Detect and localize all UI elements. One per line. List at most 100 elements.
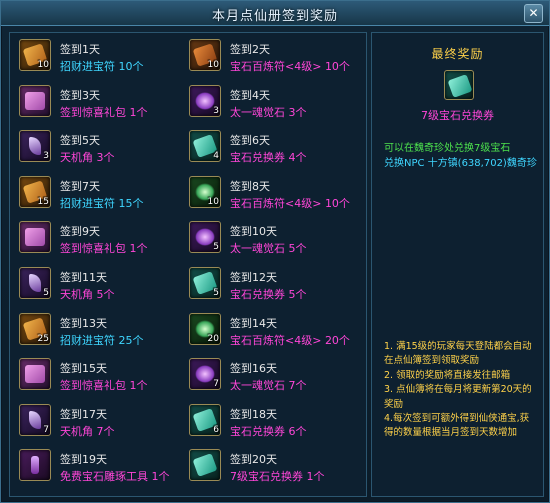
day-label: 签到20天: [230, 453, 277, 467]
day-label: 签到4天: [230, 88, 270, 102]
reward-item-name: 签到惊喜礼包: [60, 105, 126, 119]
item-count: 7: [213, 379, 219, 390]
title-bar[interactable]: 本月点仙册签到奖励 ✕: [1, 1, 549, 26]
day-label: 签到11天: [60, 271, 107, 284]
horn-icon[interactable]: 5: [19, 267, 51, 299]
gem-voucher-icon[interactable]: [444, 70, 474, 100]
reward-item-name: 宝石兑换券: [230, 151, 285, 165]
horn-icon[interactable]: 7: [19, 403, 51, 436]
day-label: 签到17天: [60, 407, 107, 421]
green-talisman-icon[interactable]: 10: [189, 175, 221, 208]
reward-item-name: 太一魂觉石: [230, 105, 285, 119]
day-label: 签到19天: [60, 453, 107, 467]
day-label: 签到2天: [230, 43, 270, 56]
gift-bag-icon[interactable]: [19, 358, 51, 391]
gem-voucher-icon[interactable]: 4: [189, 130, 221, 163]
rule-line: 2. 领取的奖励将直接发往邮箱: [384, 369, 511, 381]
reward-item-name: 招财进宝符: [60, 196, 115, 210]
reward-item-qty: 10个: [118, 60, 144, 73]
item-count: 5: [213, 242, 219, 253]
reward-cell: 签到19天免费宝石雕琢工具 1个: [16, 445, 192, 489]
reward-item-qty: 5个: [96, 288, 115, 301]
item-count: 25: [37, 333, 49, 344]
reward-cell: 25 签到13天 招财进宝符 25个: [16, 309, 192, 353]
gift-bag-icon[interactable]: [19, 221, 51, 254]
reward-item-name: 招财进宝符: [60, 333, 115, 347]
close-button[interactable]: ✕: [524, 4, 543, 23]
reward-cell: 7 签到16天 太一魂觉石 7个: [186, 354, 362, 398]
reward-item-qty: 3个: [96, 151, 115, 165]
exchange-info-line1: 可以在魏奇珍处兑换7级宝石: [384, 143, 511, 154]
reward-item-name: 签到惊喜礼包: [60, 242, 126, 256]
reward-item: 招财进宝符 25个: [60, 332, 144, 348]
reward-item-qty: 6个: [288, 424, 307, 438]
reward-item: 天机角 7个: [60, 423, 115, 439]
gold-ticket-icon[interactable]: 10: [19, 39, 51, 71]
soul-stone-icon[interactable]: 7: [189, 358, 221, 391]
reward-window: 本月点仙册签到奖励 ✕ 10 签到1天招财进宝符 10个 10 签到2天宝石百炼符<4…: [0, 0, 550, 503]
reward-cell: 3 签到4天 太一魂觉石 3个: [186, 81, 362, 125]
reward-cell: 15 签到7天 招财进宝符 15个: [16, 172, 192, 216]
reward-item-name: 7级宝石兑换券: [230, 470, 303, 484]
reward-item-name: 宝石兑换券: [230, 288, 285, 301]
reward-item-qty: 10个: [324, 196, 350, 210]
reward-item-name: 宝石百炼符<4级>: [230, 333, 322, 347]
gem-voucher-icon[interactable]: 5: [189, 267, 221, 299]
item-count: 7: [43, 424, 49, 435]
final-reward-item: 7级宝石兑换券: [421, 109, 494, 122]
reward-item-name: 招财进宝符: [60, 60, 115, 73]
gold-ticket-icon[interactable]: 25: [19, 312, 51, 345]
reward-item: 签到惊喜礼包 1个: [60, 377, 148, 393]
reward-item-name: 签到惊喜礼包: [60, 379, 126, 393]
day-label: 签到6天: [230, 134, 270, 148]
day-label: 签到18天: [230, 407, 277, 421]
day-label: 签到12天: [230, 271, 277, 284]
item-count: 10: [37, 60, 49, 70]
item-count: 20: [207, 333, 219, 344]
reward-cell: 6 签到18天 宝石兑换券 6个: [186, 400, 362, 444]
final-reward-panel: 最终奖励 7级宝石兑换券 可以在魏奇珍处兑换7级宝石 兑换NPC 十方镇(638…: [371, 32, 544, 497]
day-label: 签到1天: [60, 43, 100, 56]
reward-item: 天机角 3个: [60, 149, 115, 165]
gift-bag-icon[interactable]: [19, 84, 51, 117]
reward-cell: 5 签到11天天机角 5个: [16, 263, 192, 307]
rule-line: 1. 满15级的玩家每天登陆都会自动在点仙簿签到领取奖励: [384, 341, 532, 367]
reward-item-name: 太一魂觉石: [230, 379, 285, 393]
reward-item: 招财进宝符 10个: [60, 58, 144, 74]
reward-item: 宝石百炼符<4级> 10个: [230, 58, 350, 74]
reward-item-qty: 7个: [96, 424, 115, 438]
reward-item-qty: 7个: [288, 379, 307, 393]
gem-voucher-icon[interactable]: [189, 449, 221, 482]
green-talisman-icon[interactable]: 20: [189, 312, 221, 345]
gold-ticket-icon[interactable]: 15: [19, 175, 51, 208]
carving-tool-icon[interactable]: [19, 449, 51, 482]
day-label: 签到16天: [230, 362, 277, 376]
daily-rewards-panel: 10 签到1天 招财进宝符 10个 10 签到2天 宝石百炼符<4级> 10个 签到3天 签到…: [9, 32, 367, 497]
soul-stone-icon[interactable]: 3: [189, 84, 221, 117]
final-reward-title: 最终奖励: [431, 47, 484, 61]
reward-item-name: 天机角: [60, 424, 93, 438]
reward-item: 太一魂觉石 7个: [230, 377, 307, 393]
reward-item-qty: 1个: [151, 470, 170, 484]
reward-item-name: 宝石百炼符<4级>: [230, 196, 322, 210]
soul-stone-icon[interactable]: 5: [189, 221, 221, 254]
item-count: 3: [213, 105, 219, 116]
horn-icon[interactable]: 3: [19, 130, 51, 163]
reward-item: 宝石兑换券 5个: [230, 286, 307, 302]
day-label: 签到9天: [60, 225, 100, 239]
reward-item-name: 免费宝石雕琢工具: [60, 470, 148, 484]
reward-item-name: 太一魂觉石: [230, 242, 285, 256]
reward-cell: 20 签到14天 宝石百炼符<4级> 20个: [186, 309, 362, 353]
reward-item: 宝石百炼符<4级> 10个: [230, 195, 350, 211]
reward-item-qty: 25个: [118, 333, 144, 347]
orange-ticket-icon[interactable]: 10: [189, 39, 221, 71]
reward-item-qty: 1个: [129, 242, 148, 256]
rule-line: 4.每次签到可额外得到仙侠通宝,获得的数量根据当月签到天数增加: [384, 413, 530, 439]
gem-voucher-icon[interactable]: 6: [189, 403, 221, 436]
reward-item-name: 天机角: [60, 288, 93, 301]
close-icon: ✕: [528, 6, 539, 20]
reward-cell: 4 签到6天 宝石兑换券 4个: [186, 126, 362, 170]
reward-cell: 5 签到12天宝石兑换券 5个: [186, 263, 362, 307]
reward-cell: 签到15天 签到惊喜礼包 1个: [16, 354, 192, 398]
day-label: 签到5天: [60, 134, 100, 148]
